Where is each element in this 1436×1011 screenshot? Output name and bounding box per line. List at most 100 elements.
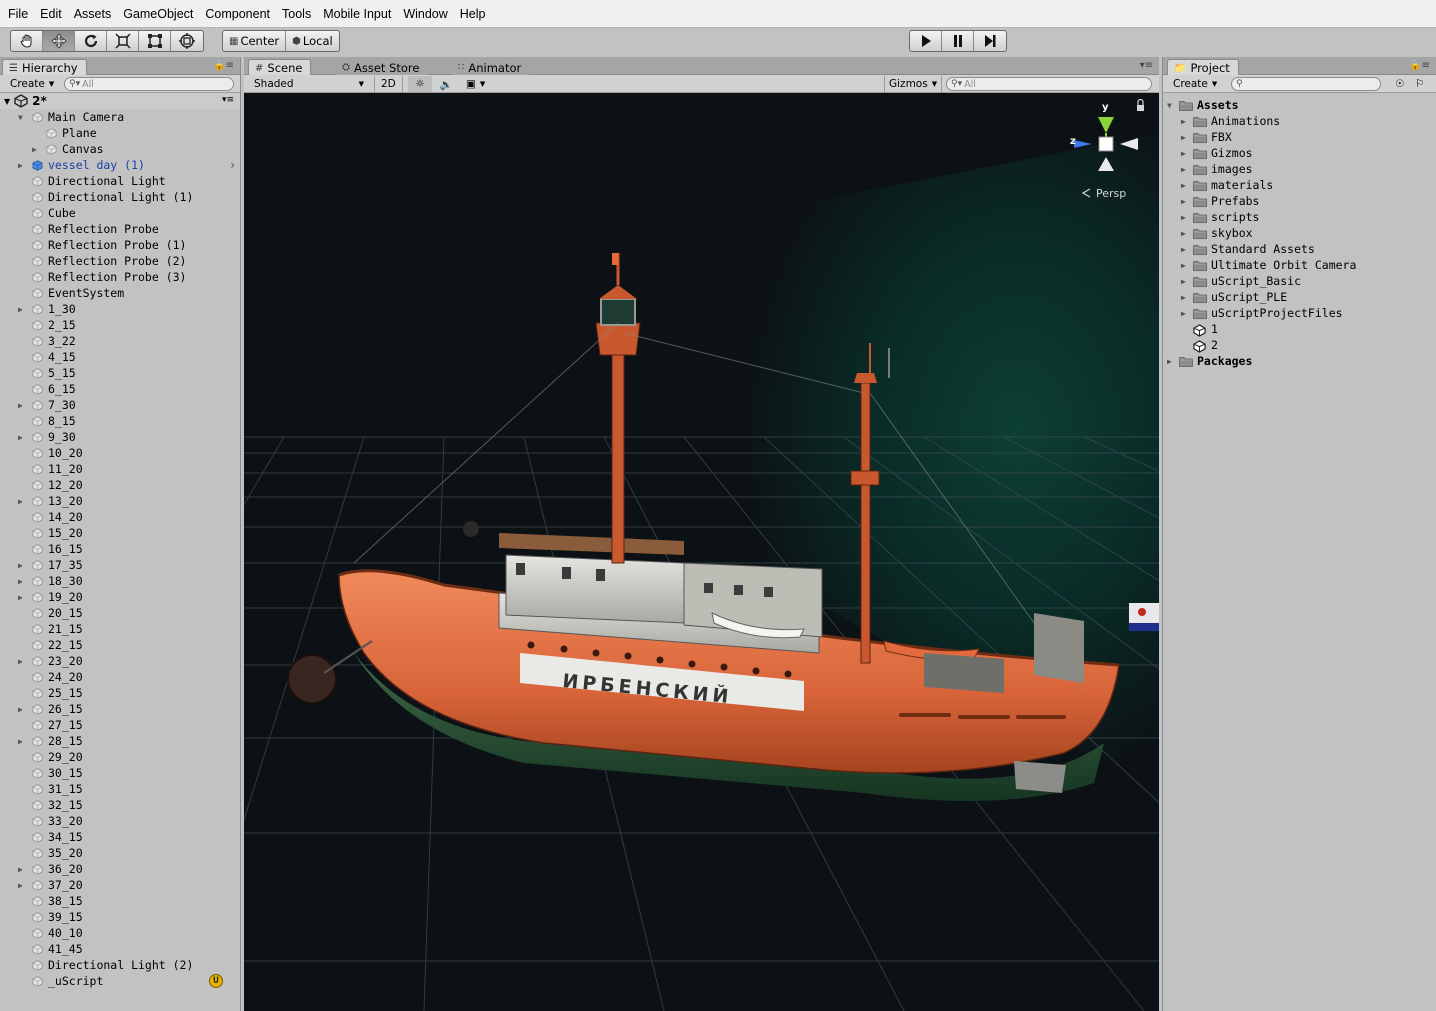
hierarchy-item[interactable]: ▶ 9_30 <box>0 429 240 445</box>
hierarchy-item[interactable]: ▶ 23_20 <box>0 653 240 669</box>
fold-closed-icon[interactable]: ▶ <box>18 433 28 442</box>
hierarchy-item[interactable]: Plane <box>0 125 240 141</box>
lighting-toggle[interactable]: ☼ <box>408 76 432 92</box>
fold-closed-icon[interactable]: ▶ <box>1181 181 1186 190</box>
hierarchy-item[interactable]: 20_15 <box>0 605 240 621</box>
project-scene-item[interactable]: 1 <box>1163 321 1436 337</box>
hierarchy-item[interactable]: 21_15 <box>0 621 240 637</box>
fold-closed-icon[interactable]: ▶ <box>18 705 28 714</box>
fold-closed-icon[interactable]: ▶ <box>1181 117 1186 126</box>
hierarchy-item[interactable]: 14_20 <box>0 509 240 525</box>
fold-closed-icon[interactable]: ▶ <box>1181 261 1186 270</box>
project-folder-item[interactable]: ▶ materials <box>1163 177 1436 193</box>
fold-open-icon[interactable]: ▼ <box>1167 101 1172 110</box>
scene-root-row[interactable]: ▼ 2* ▾≡ <box>0 93 240 109</box>
tab-scene[interactable]: # Scene <box>248 59 312 76</box>
project-folder-item[interactable]: ▶ skybox <box>1163 225 1436 241</box>
gizmos-dropdown[interactable]: Gizmos ▼ <box>884 76 943 92</box>
hierarchy-item[interactable]: EventSystem <box>0 285 240 301</box>
hierarchy-item[interactable]: 30_15 <box>0 765 240 781</box>
scene-viewport[interactable]: ИРБЕНСКИЙ y z Persp <box>244 93 1159 1011</box>
hierarchy-item[interactable]: 25_15 <box>0 685 240 701</box>
hierarchy-item[interactable]: 12_20 <box>0 477 240 493</box>
hierarchy-item[interactable]: Reflection Probe (2) <box>0 253 240 269</box>
hierarchy-item[interactable]: 32_15 <box>0 797 240 813</box>
hierarchy-item[interactable]: 41_45 <box>0 941 240 957</box>
fold-closed-icon[interactable]: ▶ <box>1167 357 1172 366</box>
project-folder-item[interactable]: ▶ uScript_PLE <box>1163 289 1436 305</box>
hierarchy-item[interactable]: 16_15 <box>0 541 240 557</box>
gizmo-center-cube[interactable] <box>1098 136 1114 152</box>
hierarchy-item[interactable]: 35_20 <box>0 845 240 861</box>
rotate-tool-button[interactable] <box>75 31 107 51</box>
project-search-input[interactable]: ⚲ <box>1231 77 1381 91</box>
menu-component[interactable]: Component <box>201 7 274 21</box>
fold-closed-icon[interactable]: ▶ <box>1181 133 1186 142</box>
fold-closed-icon[interactable]: ▶ <box>18 305 28 314</box>
hierarchy-item[interactable]: 27_15 <box>0 717 240 733</box>
hierarchy-item[interactable]: ▶ 36_20 <box>0 861 240 877</box>
pivot-center-toggle[interactable]: ▦ Center <box>223 31 287 51</box>
project-folder-item[interactable]: ▶ uScript_Basic <box>1163 273 1436 289</box>
project-folder-item[interactable]: ▶ uScriptProjectFiles <box>1163 305 1436 321</box>
tab-hierarchy[interactable]: ☰ Hierarchy <box>2 59 87 76</box>
scene-search-input[interactable]: ⚲▾ All <box>946 77 1152 91</box>
hierarchy-item[interactable]: 3_22 <box>0 333 240 349</box>
step-button[interactable] <box>974 31 1006 51</box>
hierarchy-item[interactable]: 8_15 <box>0 413 240 429</box>
menu-help[interactable]: Help <box>456 7 490 21</box>
fold-closed-icon[interactable]: ▶ <box>1181 149 1186 158</box>
hierarchy-item[interactable]: 4_15 <box>0 349 240 365</box>
hierarchy-item[interactable]: 10_20 <box>0 445 240 461</box>
fold-closed-icon[interactable]: ▶ <box>32 145 42 154</box>
project-folder-item[interactable]: ▶ Ultimate Orbit Camera <box>1163 257 1436 273</box>
project-scene-item[interactable]: 2 <box>1163 337 1436 353</box>
menu-window[interactable]: Window <box>399 7 451 21</box>
hierarchy-item[interactable]: ▶ 1_30 <box>0 301 240 317</box>
fold-closed-icon[interactable]: ▶ <box>1181 165 1186 174</box>
project-panel-menu-icon[interactable]: 🔒≡ <box>1409 60 1430 71</box>
hierarchy-item[interactable]: ▶ 19_20 <box>0 589 240 605</box>
project-folder-item[interactable]: ▶ FBX <box>1163 129 1436 145</box>
fold-closed-icon[interactable]: ▶ <box>18 161 28 170</box>
scene-panel-menu-icon[interactable]: ▾≡ <box>1140 60 1153 71</box>
lock-icon[interactable] <box>1137 105 1144 111</box>
hierarchy-item[interactable]: Directional Light <box>0 173 240 189</box>
filter-by-label-button[interactable]: ⚐ <box>1411 76 1428 92</box>
project-folder-item[interactable]: ▼ Assets <box>1163 97 1436 113</box>
hierarchy-item[interactable]: Directional Light (2) <box>0 957 240 973</box>
fold-closed-icon[interactable]: ▶ <box>1181 245 1186 254</box>
fold-closed-icon[interactable]: ▶ <box>18 865 28 874</box>
transform-tool-button[interactable] <box>171 31 203 51</box>
fold-closed-icon[interactable]: ▶ <box>18 657 28 666</box>
pivot-local-toggle[interactable]: ⬢ Local <box>286 31 339 51</box>
hierarchy-item[interactable]: Cube <box>0 205 240 221</box>
hierarchy-item[interactable]: Reflection Probe (1) <box>0 237 240 253</box>
menu-file[interactable]: File <box>4 7 32 21</box>
hierarchy-item[interactable]: 34_15 <box>0 829 240 845</box>
hierarchy-item[interactable]: 40_10 <box>0 925 240 941</box>
scale-tool-button[interactable] <box>107 31 139 51</box>
tab-project[interactable]: 📁 Project <box>1167 59 1239 76</box>
hierarchy-item[interactable]: Reflection Probe (3) <box>0 269 240 285</box>
hierarchy-item[interactable]: ▶ 17_35 <box>0 557 240 573</box>
fold-closed-icon[interactable]: ▶ <box>1181 277 1186 286</box>
hierarchy-item[interactable]: 22_15 <box>0 637 240 653</box>
hierarchy-item[interactable]: 11_20 <box>0 461 240 477</box>
hierarchy-item[interactable]: 5_15 <box>0 365 240 381</box>
hierarchy-item[interactable]: 31_15 <box>0 781 240 797</box>
menu-mobile-input[interactable]: Mobile Input <box>319 7 395 21</box>
fold-closed-icon[interactable]: ▶ <box>1181 213 1186 222</box>
fold-closed-icon[interactable]: ▶ <box>18 561 28 570</box>
fold-closed-icon[interactable]: ▶ <box>18 401 28 410</box>
hierarchy-item[interactable]: Directional Light (1) <box>0 189 240 205</box>
fold-closed-icon[interactable]: ▶ <box>18 497 28 506</box>
hierarchy-item[interactable]: ▶ Canvas <box>0 141 240 157</box>
menu-gameobject[interactable]: GameObject <box>119 7 197 21</box>
prefab-open-arrow-icon[interactable]: › <box>229 158 236 172</box>
audio-toggle[interactable]: 🔈 <box>434 76 458 92</box>
project-folder-item[interactable]: ▶ Gizmos <box>1163 145 1436 161</box>
hierarchy-item[interactable]: ▶ vessel day (1) › <box>0 157 240 173</box>
menu-tools[interactable]: Tools <box>278 7 315 21</box>
panel-options-icon[interactable]: 🔒≡ <box>213 60 234 71</box>
